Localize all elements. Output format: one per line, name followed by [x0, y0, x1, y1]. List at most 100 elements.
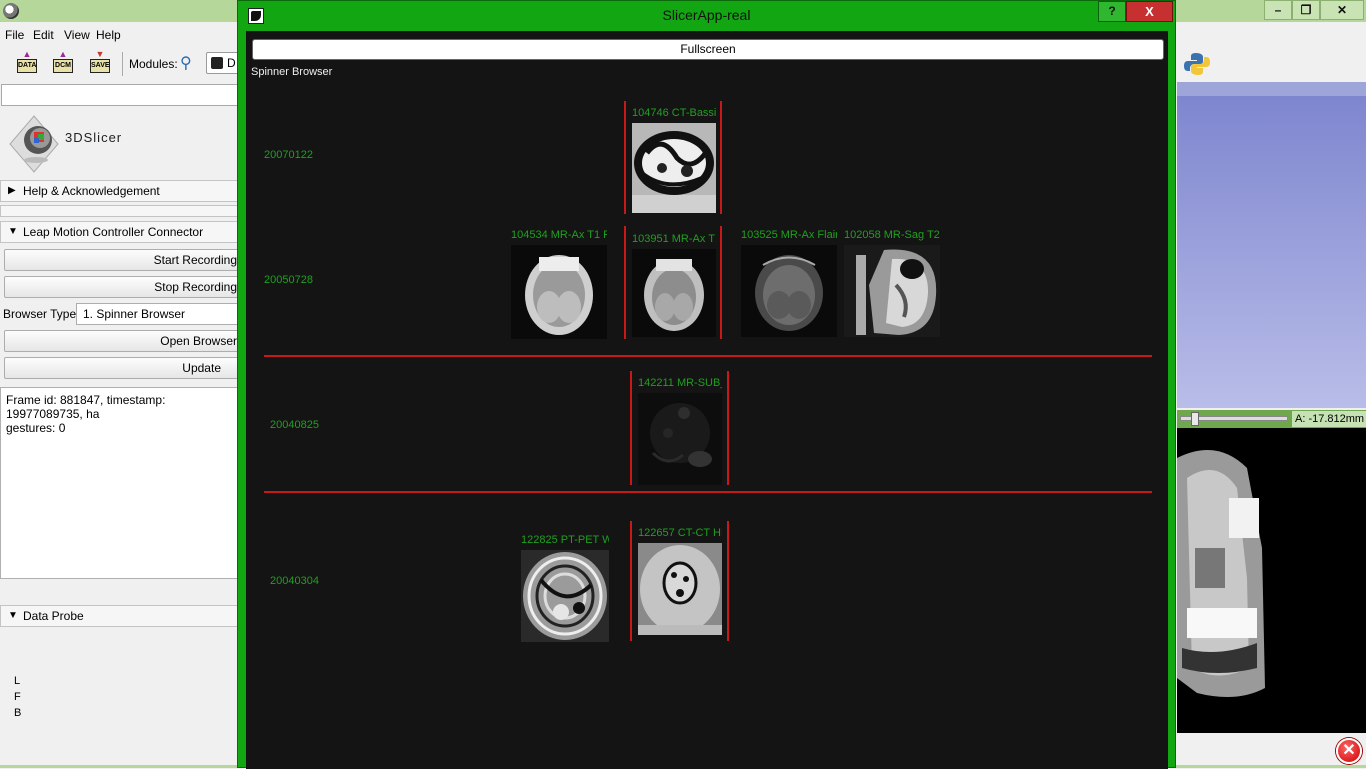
help-acknowledgement-label: Help & Acknowledgement: [23, 184, 160, 198]
pet-whole-body-image: [521, 550, 609, 642]
study-separator: [264, 491, 1152, 493]
dcm-icon: DCM: [53, 59, 73, 73]
series-thumbnail[interactable]: 122825 PT-PET WB: [521, 534, 609, 642]
frame-info-text: Frame id: 881847, timestamp: 19977089735…: [0, 387, 240, 579]
series-label: 104746 CT-Bassin: [632, 107, 716, 119]
minimize-button[interactable]: –: [1264, 0, 1292, 20]
series-thumbnail[interactable]: 142211 MR-SUB_a: [638, 377, 722, 485]
series-label: 103525 MR-Ax Flair: [741, 229, 837, 241]
leap-motion-panel[interactable]: ▼ Leap Motion Controller Connector: [0, 221, 240, 243]
series-thumbnail[interactable]: 104746 CT-Bassin: [632, 107, 716, 213]
series-thumbnail[interactable]: 103951 MR-Ax T1: [632, 233, 716, 339]
up-arrow-icon: ▲: [58, 49, 68, 59]
module-icon: [211, 57, 223, 69]
probe-label-f: F: [14, 691, 21, 703]
selection-bar-left: [630, 371, 632, 485]
menu-view[interactable]: View: [64, 28, 90, 42]
start-recording-button[interactable]: Start Recording: [4, 249, 240, 271]
slice-slider-handle[interactable]: [1191, 412, 1199, 426]
selection-bar-left: [630, 521, 632, 641]
series-thumbnail[interactable]: 104534 MR-Ax T1 FS: [511, 229, 607, 341]
data-probe-label: Data Probe: [23, 609, 84, 623]
slicer-logo-icon: [9, 115, 59, 173]
slice-image: [1177, 450, 1265, 697]
spinner-browser-area: Fullscreen Spinner Browser 20070122 1047…: [246, 31, 1168, 769]
browser-type-label: Browser Type:: [3, 307, 80, 321]
open-browser-button[interactable]: Open Browser: [4, 330, 240, 352]
series-label: 102058 MR-Sag T2 F: [844, 229, 940, 241]
slicer-app-real-window: SlicerApp-real ? X Fullscreen Spinner Br…: [237, 0, 1176, 769]
mr-sagittal-t2-image: [844, 245, 940, 337]
ct-head-image: [638, 543, 722, 635]
slicer-logo: 3DSlicer: [0, 110, 240, 178]
mr-axial-t1fs-image: [511, 245, 607, 339]
down-arrow-icon: ▼: [95, 49, 105, 59]
data-icon: DATA: [17, 59, 37, 73]
maximize-button[interactable]: ❐: [1292, 0, 1320, 20]
series-label: 122657 CT-CT HE: [638, 527, 722, 539]
mr-axial-flair-image: [741, 245, 837, 337]
mr-axial-t1-image: [632, 249, 716, 337]
mr-subtraction-image: [638, 393, 722, 485]
collapse-icon: ▼: [8, 226, 18, 237]
load-data-button[interactable]: ▲ DATA: [14, 50, 40, 76]
selection-bar-left: [624, 101, 626, 214]
search-icon[interactable]: ⚲: [180, 53, 192, 73]
panel-separator: [0, 205, 240, 217]
app-titlebar: SlicerApp-real ? X: [238, 1, 1175, 31]
selection-bar-right: [727, 371, 729, 485]
update-button[interactable]: Update: [4, 357, 240, 379]
collapse-icon: ▼: [8, 610, 18, 621]
module-selector-value: D: [227, 56, 236, 70]
toolbar-separator: [122, 52, 123, 76]
slicer-logo-text: 3DSlicer: [65, 130, 123, 145]
error-icon[interactable]: ✕: [1336, 738, 1362, 764]
menu-file[interactable]: File: [5, 28, 24, 42]
study-separator: [264, 355, 1152, 357]
leap-motion-label: Leap Motion Controller Connector: [23, 225, 204, 239]
selection-bar-right: [720, 101, 722, 214]
browser-type-select[interactable]: 1. Spinner Browser: [76, 303, 240, 325]
close-button[interactable]: X: [1126, 1, 1173, 22]
slice-offset-label: A: -17.812mm: [1292, 411, 1366, 427]
series-label: 122825 PT-PET WB: [521, 534, 609, 546]
series-thumbnail[interactable]: 122657 CT-CT HE: [638, 527, 722, 635]
data-probe-values: L F B: [14, 673, 21, 721]
close-button[interactable]: ✕: [1320, 0, 1364, 20]
module-filter-input[interactable]: [1, 84, 240, 106]
fullscreen-button[interactable]: Fullscreen: [252, 39, 1164, 60]
study-date: 20040304: [270, 575, 319, 587]
series-thumbnail[interactable]: 103525 MR-Ax Flair: [741, 229, 837, 339]
study-date: 20070122: [264, 149, 313, 161]
data-probe-panel[interactable]: ▼ Data Probe: [0, 605, 240, 627]
browser-title: Spinner Browser: [251, 66, 333, 78]
dicom-button[interactable]: ▲ DCM: [50, 50, 76, 76]
menu-help[interactable]: Help: [96, 28, 121, 42]
ct-pelvis-image: [632, 123, 716, 213]
slicer-app-icon: [3, 3, 19, 19]
help-button[interactable]: ?: [1098, 1, 1126, 22]
up-arrow-icon: ▲: [22, 49, 32, 59]
python-icon[interactable]: [1184, 52, 1210, 76]
series-label: 104534 MR-Ax T1 FS: [511, 229, 607, 241]
selection-bar-right: [727, 521, 729, 641]
series-thumbnail[interactable]: 102058 MR-Sag T2 F: [844, 229, 940, 339]
selection-bar-left: [624, 226, 626, 339]
probe-label-b: B: [14, 707, 22, 719]
expand-icon: ▶: [8, 185, 16, 196]
slice-view[interactable]: [1177, 428, 1366, 733]
study-date: 20040825: [270, 419, 319, 431]
save-button[interactable]: ▼ SAVE: [87, 50, 113, 76]
series-label: 142211 MR-SUB_a: [638, 377, 722, 389]
menu-edit[interactable]: Edit: [33, 28, 54, 42]
help-acknowledgement-panel[interactable]: ▶ Help & Acknowledgement: [0, 180, 240, 202]
probe-label-l: L: [14, 675, 21, 687]
stop-recording-button[interactable]: Stop Recording: [4, 276, 240, 298]
save-icon: SAVE: [90, 59, 110, 73]
menu-bar: File Edit View Help: [0, 26, 240, 44]
series-label: 103951 MR-Ax T1: [632, 233, 716, 245]
main-toolbar: ▲ DATA ▲ DCM ▼ SAVE Modules: ⚲ D: [0, 48, 246, 80]
modules-label: Modules:: [129, 57, 178, 71]
3d-view[interactable]: [1177, 82, 1366, 408]
study-date: 20050728: [264, 274, 313, 286]
